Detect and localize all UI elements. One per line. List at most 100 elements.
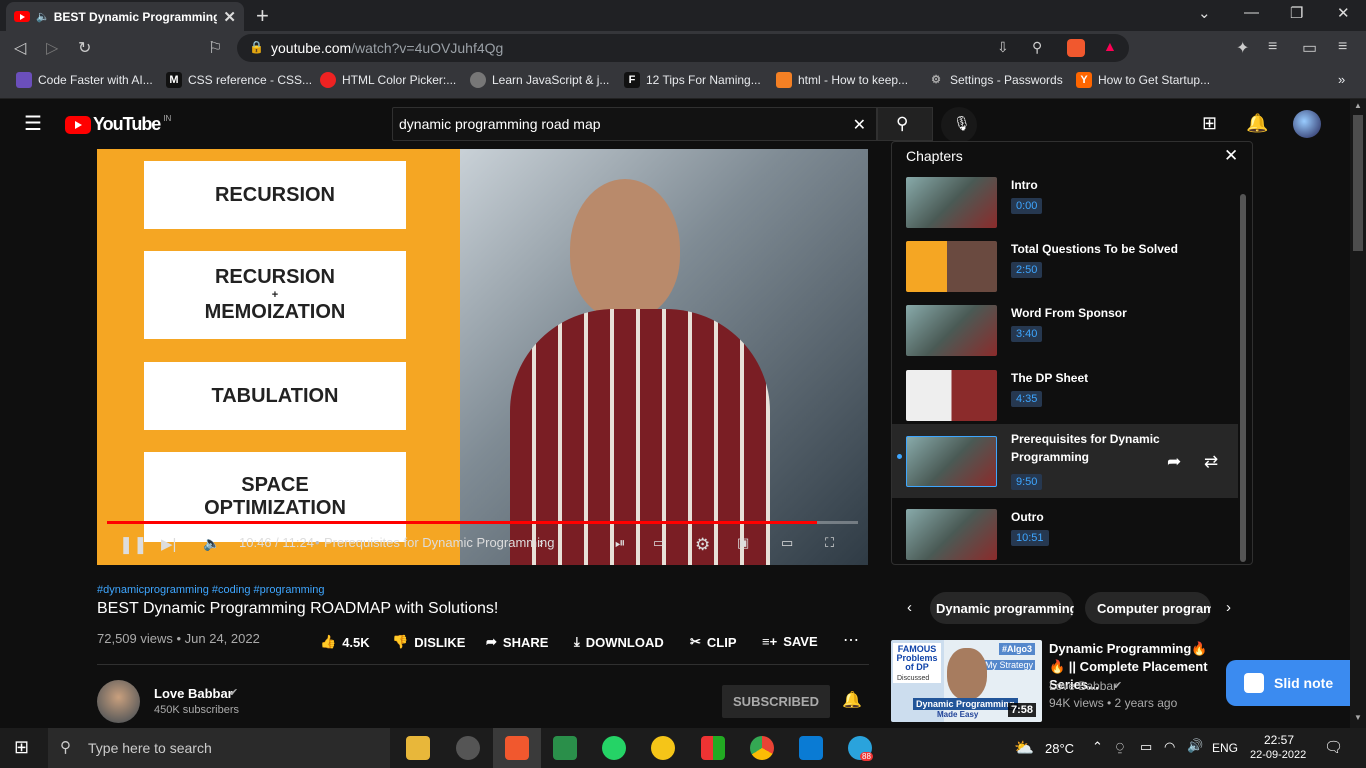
taskbar-search-input[interactable]: ⚲ Type here to search bbox=[48, 728, 390, 768]
weather-icon[interactable]: ⛅ bbox=[1014, 738, 1034, 758]
bookmark-item[interactable]: Y How to Get Startup... bbox=[1076, 72, 1210, 88]
youtube-logo[interactable]: YouTube IN bbox=[65, 114, 171, 135]
file-explorer-icon[interactable] bbox=[406, 736, 430, 760]
channel-avatar[interactable] bbox=[97, 680, 140, 723]
wallet-icon[interactable]: ▭ bbox=[1302, 38, 1317, 58]
settings-icon[interactable]: ⚙ bbox=[695, 535, 710, 555]
bookmark-item[interactable]: html - How to keep... bbox=[776, 72, 908, 88]
volume-icon[interactable]: 🔈 bbox=[203, 535, 220, 552]
subscribed-button[interactable]: SUBSCRIBED bbox=[722, 685, 830, 718]
chapter-item[interactable]: The DP Sheet 4:35 bbox=[892, 365, 1238, 429]
windows-start-icon[interactable]: ⊞ bbox=[14, 737, 29, 758]
reload-icon[interactable]: ↻ bbox=[78, 38, 91, 58]
bookmark-item[interactable]: M CSS reference - CSS... bbox=[166, 72, 312, 88]
brave-icon[interactable] bbox=[505, 736, 529, 760]
chapters-scrollbar[interactable] bbox=[1240, 194, 1246, 562]
recommended-thumbnail[interactable]: FAMOUS Problems of DP Discussed #Algo3 M… bbox=[891, 640, 1042, 722]
clock-date[interactable]: 22-09-2022 bbox=[1250, 749, 1306, 761]
scroll-down-icon[interactable]: ▼ bbox=[1354, 713, 1362, 722]
close-chapters-icon[interactable]: ✕ bbox=[1224, 146, 1238, 166]
download-button[interactable]: ⤓ DOWNLOAD bbox=[574, 634, 664, 650]
restore-icon[interactable]: ❐ bbox=[1290, 4, 1303, 22]
clip-button[interactable]: ✂ CLIP bbox=[690, 634, 737, 650]
speaker-icon[interactable]: 🔊 bbox=[1187, 738, 1203, 754]
zoom-icon[interactable]: ⚲ bbox=[1032, 39, 1042, 56]
bookmark-item[interactable]: ⚙ Settings - Passwords bbox=[928, 72, 1063, 88]
loop-chapter-icon[interactable]: ⇄ bbox=[1204, 452, 1218, 472]
language-indicator[interactable]: ENG bbox=[1212, 741, 1238, 755]
tray-chevron-icon[interactable]: ⌃ bbox=[1092, 739, 1103, 755]
share-chapter-icon[interactable]: ➦ bbox=[1167, 452, 1181, 472]
autoplay-toggle[interactable]: ⏯ bbox=[615, 535, 625, 551]
obs-icon[interactable] bbox=[456, 736, 480, 760]
search-input[interactable]: dynamic programming road map ✕ bbox=[392, 107, 877, 141]
video-player[interactable]: RECURSION RECURSION + MEMOIZATION TABULATI… bbox=[97, 149, 868, 565]
hamburger-icon[interactable]: ☰ bbox=[24, 111, 42, 136]
meet-icon[interactable]: ⍜ bbox=[1116, 739, 1124, 755]
extensions-icon[interactable]: ✦ bbox=[1236, 38, 1249, 58]
forward-icon[interactable]: ▷ bbox=[46, 38, 58, 58]
firefox-icon[interactable] bbox=[651, 736, 675, 760]
chapter-item-active[interactable]: Prerequisites for Dynamic Programming 9:… bbox=[892, 424, 1238, 498]
current-chapter[interactable]: Prerequisites for Dynamic Programming bbox=[324, 535, 554, 550]
fullscreen-icon[interactable]: ⛶ bbox=[825, 535, 834, 551]
create-video-icon[interactable]: ⊞ bbox=[1202, 113, 1217, 134]
like-button[interactable]: 👍 4.5K bbox=[320, 634, 370, 650]
whatsapp-icon[interactable] bbox=[602, 736, 626, 760]
search-button[interactable]: ⚲ bbox=[877, 107, 933, 141]
brave-rewards-icon[interactable]: ▲ bbox=[1103, 38, 1117, 54]
chapter-item[interactable]: Word From Sponsor 3:40 bbox=[892, 300, 1238, 364]
chrome-icon[interactable] bbox=[750, 736, 774, 760]
close-tab-icon[interactable]: ✕ bbox=[223, 8, 236, 26]
bookmark-icon[interactable]: ⚐ bbox=[208, 38, 222, 58]
wifi-icon[interactable]: ◠ bbox=[1164, 739, 1175, 755]
pause-icon[interactable]: ❚❚ bbox=[119, 535, 148, 555]
chevron-right-icon[interactable]: › bbox=[539, 535, 543, 550]
slid-note-button[interactable]: Slid note bbox=[1226, 660, 1350, 706]
notification-center-icon[interactable]: 🗨 bbox=[1324, 738, 1343, 756]
channel-name[interactable]: Love Babbar bbox=[154, 686, 233, 701]
next-icon[interactable]: ▶| bbox=[161, 535, 176, 553]
url-bar[interactable]: 🔒 youtube.com/watch?v=4uOVJuhf4Qg ⇩ ⚲ ▲ bbox=[237, 34, 1129, 62]
chips-prev-icon[interactable]: ‹ bbox=[907, 599, 912, 616]
clear-search-icon[interactable]: ✕ bbox=[853, 115, 866, 135]
media-icon[interactable]: ≡ bbox=[1268, 38, 1277, 56]
share-button[interactable]: ➦ SHARE bbox=[486, 634, 548, 650]
voice-search-button[interactable]: 🎙 bbox=[941, 107, 977, 143]
back-icon[interactable]: ◁ bbox=[14, 38, 26, 58]
progress-bar[interactable] bbox=[107, 521, 858, 524]
scrollbar-thumb[interactable] bbox=[1353, 115, 1363, 251]
more-actions-icon[interactable]: ⋯ bbox=[843, 630, 859, 650]
bookmark-item[interactable]: HTML Color Picker:... bbox=[320, 72, 456, 88]
hashtags[interactable]: #dynamicprogramming #coding #programming bbox=[97, 584, 324, 596]
bookmark-item[interactable]: Code Faster with AI... bbox=[16, 72, 153, 88]
theater-icon[interactable]: ▭ bbox=[781, 535, 793, 551]
chip-computer-program[interactable]: Computer program bbox=[1085, 592, 1211, 624]
office-icon[interactable] bbox=[701, 736, 725, 760]
vscode-icon[interactable] bbox=[799, 736, 823, 760]
clock-time[interactable]: 22:57 bbox=[1264, 733, 1294, 747]
miniplayer-icon[interactable]: ▣ bbox=[737, 535, 749, 551]
brave-shield-icon[interactable] bbox=[1067, 39, 1085, 57]
chapter-item[interactable]: Outro 10:51 bbox=[892, 504, 1238, 566]
browser-tab[interactable]: 🔈 BEST Dynamic Programming R ✕ bbox=[6, 2, 244, 31]
page-scrollbar[interactable]: ▲ ▼ bbox=[1350, 99, 1366, 728]
tab-search-icon[interactable]: ⌄ bbox=[1198, 4, 1211, 22]
notifications-icon[interactable]: 🔔 bbox=[1246, 113, 1268, 134]
dislike-button[interactable]: 👎 DISLIKE bbox=[392, 634, 465, 650]
chip-dynamic-programming[interactable]: Dynamic programming bbox=[930, 592, 1074, 624]
chapter-item[interactable]: Intro 0:00 bbox=[892, 174, 1238, 236]
bookmark-item[interactable]: Learn JavaScript & j... bbox=[470, 72, 609, 88]
more-bookmarks-icon[interactable]: » bbox=[1338, 72, 1345, 87]
minimize-icon[interactable]: — bbox=[1244, 4, 1259, 21]
temperature[interactable]: 28°C bbox=[1045, 741, 1074, 756]
bell-icon[interactable]: 🔔 bbox=[842, 690, 862, 710]
bookmark-item[interactable]: F 12 Tips For Naming... bbox=[624, 72, 761, 88]
spreadsheet-icon[interactable] bbox=[553, 736, 577, 760]
avatar[interactable] bbox=[1293, 110, 1321, 138]
recommended-channel[interactable]: Love Babbar bbox=[1049, 679, 1117, 693]
scroll-up-icon[interactable]: ▲ bbox=[1354, 101, 1362, 110]
install-icon[interactable]: ⇩ bbox=[997, 39, 1009, 56]
menu-icon[interactable]: ≡ bbox=[1338, 38, 1347, 56]
battery-icon[interactable]: ▭ bbox=[1140, 739, 1152, 755]
